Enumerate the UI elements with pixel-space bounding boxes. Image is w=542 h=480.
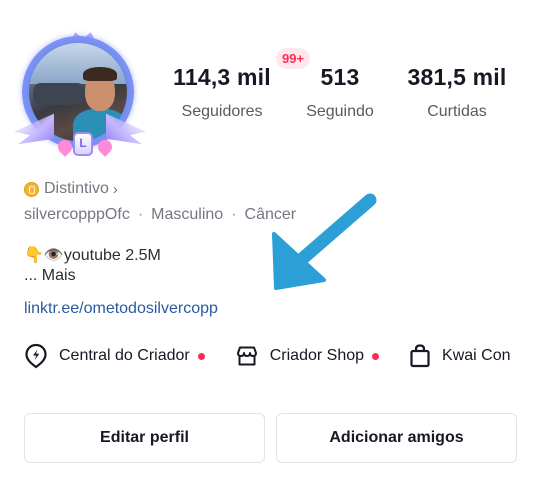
- profile-meta: silvercopppOfc · Masculino · Câncer: [24, 206, 296, 224]
- chevron-right-icon: ›: [112, 180, 118, 198]
- level-badge: L: [73, 132, 93, 156]
- store-icon: [236, 346, 257, 366]
- separator: ·: [137, 206, 144, 223]
- following-label: Seguindo: [306, 103, 374, 120]
- badge-label: Distintivo: [44, 180, 109, 197]
- bio-more-link[interactable]: ... Mais: [24, 267, 161, 285]
- likes-stat[interactable]: 381,5 mil Curtidas: [396, 64, 518, 121]
- following-count: 513: [320, 64, 360, 90]
- edit-profile-button[interactable]: Editar perfil: [24, 413, 265, 463]
- add-friends-button[interactable]: Adicionar amigos: [276, 413, 517, 463]
- shortcut-label: Central do Criador: [59, 347, 190, 364]
- shortcut-kwai-con[interactable]: Kwai Con: [409, 344, 511, 368]
- shortcut-label: Kwai Con: [442, 347, 511, 364]
- notification-dot: [197, 352, 205, 360]
- arrow-overlay-icon: [272, 193, 377, 290]
- shortcut-creator-center[interactable]: Central do Criador: [24, 343, 205, 369]
- lightning-location-icon: [25, 343, 47, 369]
- gender: Masculino: [151, 206, 224, 223]
- shortcut-row: Central do Criador Criador Shop Kwai Con: [24, 343, 541, 369]
- profile-link[interactable]: linktr.ee/ometodosilvercopp: [24, 300, 218, 318]
- likes-count: 381,5 mil: [407, 64, 507, 90]
- notification-dot: [372, 352, 380, 360]
- badge-link[interactable]: Distintivo ›: [24, 180, 118, 198]
- bio-line: 👇👁️youtube 2.5M: [24, 247, 161, 264]
- separator: ·: [231, 206, 237, 223]
- shortcut-label: Criador Shop: [269, 347, 365, 364]
- following-stat[interactable]: 513 Seguindo: [300, 64, 380, 121]
- likes-label: Curtidas: [427, 103, 487, 120]
- bio[interactable]: 👇👁️youtube 2.5M ... Mais: [24, 245, 161, 285]
- followers-label: Seguidores: [181, 103, 263, 120]
- username: silvercopppOfc: [24, 206, 130, 223]
- followers-stat[interactable]: 114,3 mil Seguidores: [162, 64, 282, 121]
- avatar[interactable]: L: [14, 30, 146, 162]
- followers-count: 114,3 mil: [173, 64, 271, 90]
- shopping-bag-icon: [410, 344, 430, 368]
- badge-coin-icon: [24, 181, 39, 197]
- shortcut-creator-shop[interactable]: Criador Shop: [235, 345, 380, 367]
